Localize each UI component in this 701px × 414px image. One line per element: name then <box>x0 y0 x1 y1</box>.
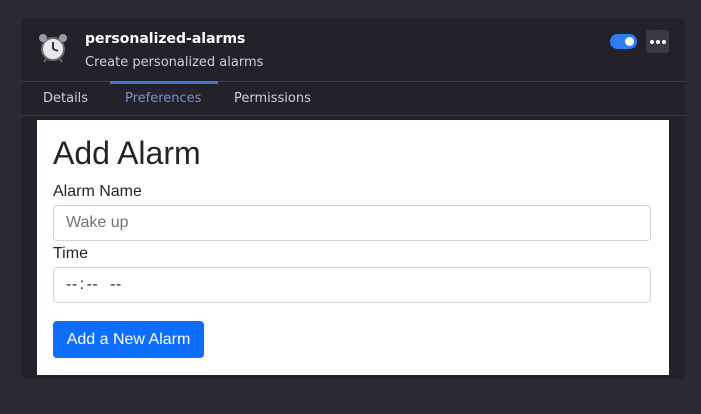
time-separator: : <box>79 276 85 293</box>
addon-card: personalized-alarms Create personalized … <box>22 18 685 379</box>
time-input[interactable]: --: -- -- <box>53 267 651 303</box>
tab-bar: Details Preferences Permissions <box>22 81 685 116</box>
more-dot-icon <box>649 39 654 44</box>
toggle-knob <box>625 37 634 46</box>
preferences-panel: Add Alarm Alarm Name Wake up Time --: -- … <box>37 120 669 375</box>
tab-details[interactable]: Details <box>43 91 88 106</box>
alarm-name-input[interactable]: Wake up <box>53 205 651 241</box>
addon-name: personalized-alarms <box>85 31 246 47</box>
more-dot-icon <box>655 39 660 44</box>
page-title: Add Alarm <box>53 135 201 171</box>
time-period[interactable]: -- <box>110 276 122 293</box>
addon-description: Create personalized alarms <box>85 55 264 70</box>
enable-toggle[interactable] <box>610 34 637 49</box>
time-minutes[interactable]: -- <box>87 276 99 293</box>
tab-preferences[interactable]: Preferences <box>125 91 201 106</box>
alarm-clock-icon <box>39 34 67 63</box>
tab-permissions[interactable]: Permissions <box>234 91 311 106</box>
add-alarm-button[interactable]: Add a New Alarm <box>53 321 204 358</box>
addon-header: personalized-alarms Create personalized … <box>22 18 685 81</box>
more-dot-icon <box>661 39 666 44</box>
alarm-name-label: Alarm Name <box>53 183 142 200</box>
time-hours[interactable]: -- <box>66 276 78 293</box>
active-tab-indicator <box>110 81 218 84</box>
alarm-name-placeholder: Wake up <box>66 214 129 231</box>
more-options-button[interactable] <box>646 30 669 53</box>
time-label: Time <box>53 245 88 262</box>
time-value: --: -- -- <box>66 276 124 294</box>
